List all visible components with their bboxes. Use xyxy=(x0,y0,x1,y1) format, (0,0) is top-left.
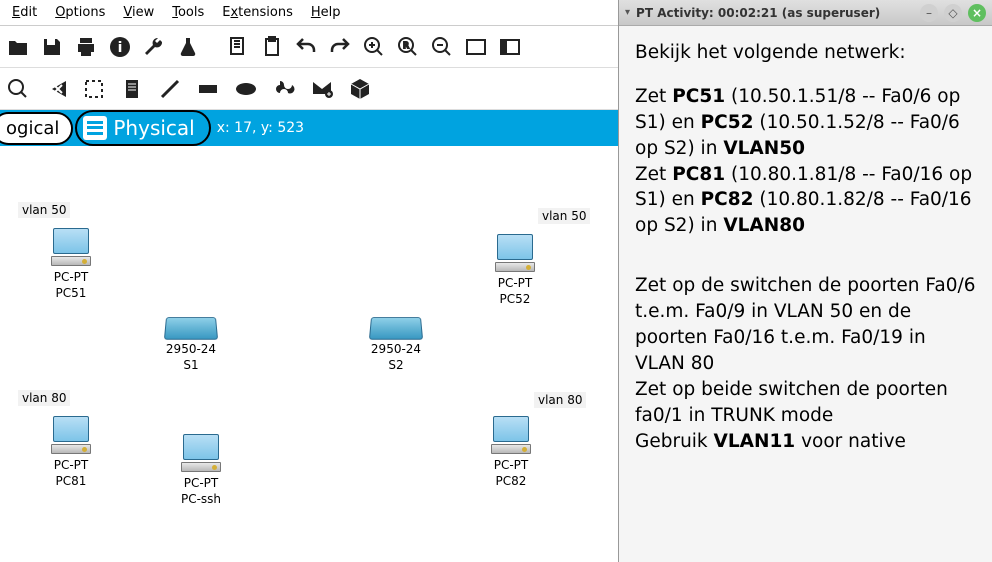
tab-physical[interactable]: Physical xyxy=(75,110,210,146)
device-name: PC81 xyxy=(50,474,92,490)
undo-icon[interactable] xyxy=(292,33,320,61)
activity-titlebar[interactable]: ▾ PT Activity: 00:02:21 (as superuser) –… xyxy=(619,0,992,26)
menu-tools[interactable]: Tools xyxy=(164,3,212,22)
window-icon[interactable] xyxy=(462,33,490,61)
pc-icon xyxy=(494,234,536,274)
delete-icon[interactable] xyxy=(42,75,70,103)
device-pc51[interactable]: PC-PT PC51 xyxy=(50,228,92,301)
wrench-icon[interactable] xyxy=(140,33,168,61)
label-vlan80-b[interactable]: vlan 80 xyxy=(534,392,586,408)
tab-logical[interactable]: ogical xyxy=(0,112,73,145)
switch-icon xyxy=(369,317,423,340)
label-vlan50-a[interactable]: vlan 50 xyxy=(18,202,70,218)
ellipse-icon[interactable] xyxy=(232,75,260,103)
device-name: PC51 xyxy=(50,286,92,302)
search-icon[interactable] xyxy=(4,75,32,103)
switch-icon xyxy=(164,317,218,340)
copy-icon[interactable] xyxy=(224,33,252,61)
rect-icon[interactable] xyxy=(194,75,222,103)
device-s1[interactable]: 2950-24 S1 xyxy=(165,316,217,373)
device-name: S2 xyxy=(370,358,422,374)
open-icon[interactable] xyxy=(4,33,32,61)
activity-panel: ▾ PT Activity: 00:02:21 (as superuser) –… xyxy=(618,0,992,562)
menu-view[interactable]: View xyxy=(115,3,162,22)
device-name: PC82 xyxy=(490,474,532,490)
physical-tab-icon xyxy=(83,116,107,140)
activity-title: PT Activity: 00:02:21 (as superuser) xyxy=(636,6,914,20)
note-icon[interactable] xyxy=(118,75,146,103)
menu-extensions[interactable]: Extensions xyxy=(214,3,301,22)
freeform-icon[interactable] xyxy=(270,75,298,103)
zoom-reset-icon[interactable]: R xyxy=(394,33,422,61)
print-icon[interactable] xyxy=(72,33,100,61)
window-maximize-button[interactable]: ◇ xyxy=(944,4,962,22)
select-icon[interactable] xyxy=(80,75,108,103)
device-type: 2950-24 xyxy=(165,342,217,358)
menu-edit[interactable]: Edit xyxy=(4,3,45,22)
panel-icon[interactable] xyxy=(496,33,524,61)
topology-canvas[interactable]: vlan 50 vlan 50 vlan 80 vlan 80 PC-PT PC… xyxy=(0,146,618,562)
message-complex-icon[interactable] xyxy=(346,75,374,103)
device-type: PC-PT xyxy=(50,270,92,286)
flask-icon[interactable] xyxy=(174,33,202,61)
redo-icon[interactable] xyxy=(326,33,354,61)
zoom-in-icon[interactable] xyxy=(360,33,388,61)
svg-text:R: R xyxy=(403,41,409,50)
menu-help[interactable]: Help xyxy=(303,3,349,22)
device-pcssh[interactable]: PC-PT PC-ssh xyxy=(180,434,222,507)
instruction-line: Gebruik VLAN11 voor native xyxy=(635,429,976,455)
zoom-out-icon[interactable] xyxy=(428,33,456,61)
device-type: PC-PT xyxy=(180,476,222,492)
device-pc52[interactable]: PC-PT PC52 xyxy=(494,234,536,307)
menu-options[interactable]: Options xyxy=(47,3,113,22)
canvas-coords: x: 17, y: 523 xyxy=(217,120,304,136)
message-simple-icon[interactable] xyxy=(308,75,336,103)
device-type: PC-PT xyxy=(494,276,536,292)
instruction-line: Zet op de switchen de poorten Fa0/6 t.e.… xyxy=(635,273,976,377)
info-icon[interactable]: i xyxy=(106,33,134,61)
instruction-line: Zet op beide switchen de poorten fa0/1 i… xyxy=(635,377,976,429)
tab-physical-label: Physical xyxy=(113,116,194,140)
device-name: PC52 xyxy=(494,292,536,308)
paste-icon[interactable] xyxy=(258,33,286,61)
device-s2[interactable]: 2950-24 S2 xyxy=(370,316,422,373)
label-vlan80-a[interactable]: vlan 80 xyxy=(18,390,70,406)
window-close-button[interactable]: × xyxy=(968,4,986,22)
device-name: S1 xyxy=(165,358,217,374)
device-name: PC-ssh xyxy=(180,492,222,508)
device-type: PC-PT xyxy=(490,458,532,474)
window-minimize-button[interactable]: – xyxy=(920,4,938,22)
pc-icon xyxy=(50,228,92,268)
device-pc81[interactable]: PC-PT PC81 xyxy=(50,416,92,489)
device-type: 2950-24 xyxy=(370,342,422,358)
titlebar-menu-icon[interactable]: ▾ xyxy=(625,7,630,18)
activity-instructions: Bekijk het volgende netwerk: Zet PC51 (1… xyxy=(619,26,992,468)
label-vlan50-b[interactable]: vlan 50 xyxy=(538,208,590,224)
pc-icon xyxy=(50,416,92,456)
save-icon[interactable] xyxy=(38,33,66,61)
device-pc82[interactable]: PC-PT PC82 xyxy=(490,416,532,489)
line-icon[interactable] xyxy=(156,75,184,103)
tab-logical-label: ogical xyxy=(6,118,59,139)
pc-icon xyxy=(490,416,532,456)
instruction-line: Zet PC81 (10.80.1.81/8 -- Fa0/16 op S1) … xyxy=(635,162,976,240)
instruction-line: Bekijk het volgende netwerk: xyxy=(635,40,976,66)
svg-text:i: i xyxy=(118,40,123,56)
instruction-line: Zet PC51 (10.50.1.51/8 -- Fa0/6 op S1) e… xyxy=(635,84,976,162)
device-type: PC-PT xyxy=(50,458,92,474)
pc-icon xyxy=(180,434,222,474)
